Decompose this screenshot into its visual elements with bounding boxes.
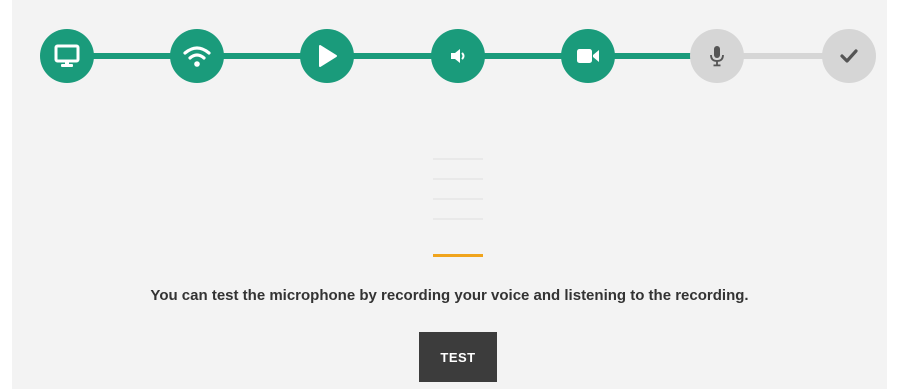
level-bar <box>433 218 483 220</box>
step-complete <box>822 29 876 83</box>
step-screen <box>40 29 94 83</box>
video-camera-icon <box>577 49 599 63</box>
play-icon <box>319 45 337 67</box>
speaker-icon <box>451 49 465 63</box>
step-camera <box>561 29 615 83</box>
step-speakers <box>431 29 485 83</box>
level-bar <box>433 198 483 200</box>
level-bar <box>433 178 483 180</box>
wifi-icon <box>183 46 211 67</box>
checkmark-icon <box>840 49 858 63</box>
step-connection <box>170 29 224 83</box>
progress-track-completed <box>67 53 717 59</box>
step-playback <box>300 29 354 83</box>
step-microphone <box>690 29 744 83</box>
monitor-icon <box>54 44 80 67</box>
level-bar <box>433 254 483 257</box>
test-button[interactable]: TEST <box>419 332 497 382</box>
instruction-text: You can test the microphone by recording… <box>150 287 749 304</box>
microphone-icon <box>710 46 724 67</box>
level-bar <box>433 158 483 160</box>
